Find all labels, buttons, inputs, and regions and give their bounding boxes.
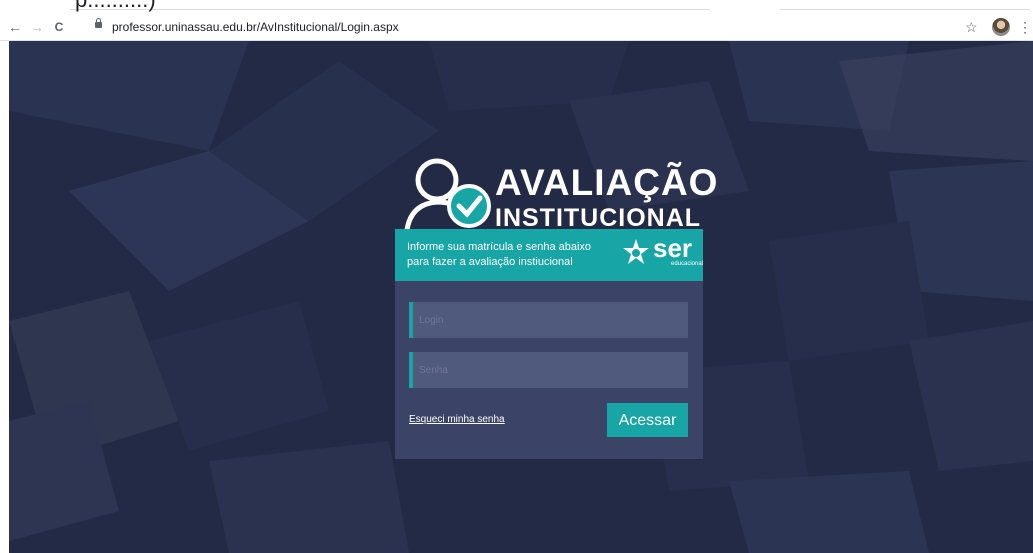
logo-title: AVALIAÇÃO [495, 162, 719, 203]
browser-tab-strip: p..........) [0, 0, 1033, 14]
login-form: Esqueci minha senha Acessar [395, 281, 703, 459]
browser-toolbar: ← → C professor.uninassau.edu.br/AvInsti… [0, 14, 1033, 41]
lock-icon [95, 18, 102, 28]
url-text: professor.uninassau.edu.br/AvInstitucion… [112, 20, 399, 34]
submit-button[interactable]: Acessar [607, 403, 688, 437]
login-card: Informe sua matrícula e senha abaixo par… [395, 229, 703, 459]
ser-brand: ser [653, 233, 693, 263]
address-bar[interactable]: professor.uninassau.edu.br/AvInstitucion… [87, 17, 967, 37]
browser-tab[interactable]: p..........) [70, 0, 710, 13]
login-instructions-line1: Informe sua matrícula e senha abaixo [407, 241, 592, 253]
login-card-header: Informe sua matrícula e senha abaixo par… [395, 229, 703, 281]
ser-star-icon [623, 239, 649, 264]
forgot-password-link[interactable]: Esqueci minha senha [409, 414, 505, 425]
forward-icon[interactable]: → [28, 18, 46, 36]
browser-tab-secondary[interactable] [780, 0, 1030, 10]
login-input[interactable] [419, 302, 681, 338]
browser-tab-title: p..........) [75, 0, 156, 13]
ser-brand-subtitle: educacional [671, 261, 704, 267]
bookmark-star-icon[interactable]: ☆ [965, 18, 978, 36]
login-page: AVALIAÇÃO INSTITUCIONAL Informe sua matr… [9, 41, 1033, 553]
menu-icon[interactable]: ⋮ [1018, 18, 1032, 36]
password-input[interactable] [419, 352, 681, 388]
ser-educacional-logo: ser educacional [621, 233, 704, 276]
profile-avatar[interactable] [992, 18, 1010, 36]
reload-icon[interactable]: C [50, 18, 68, 36]
password-field[interactable] [409, 352, 688, 388]
login-field[interactable] [409, 302, 688, 338]
login-instructions: Informe sua matrícula e senha abaixo par… [407, 240, 607, 270]
back-icon[interactable]: ← [6, 18, 24, 36]
login-instructions-line2: para fazer a avaliação instiucional [407, 256, 573, 268]
